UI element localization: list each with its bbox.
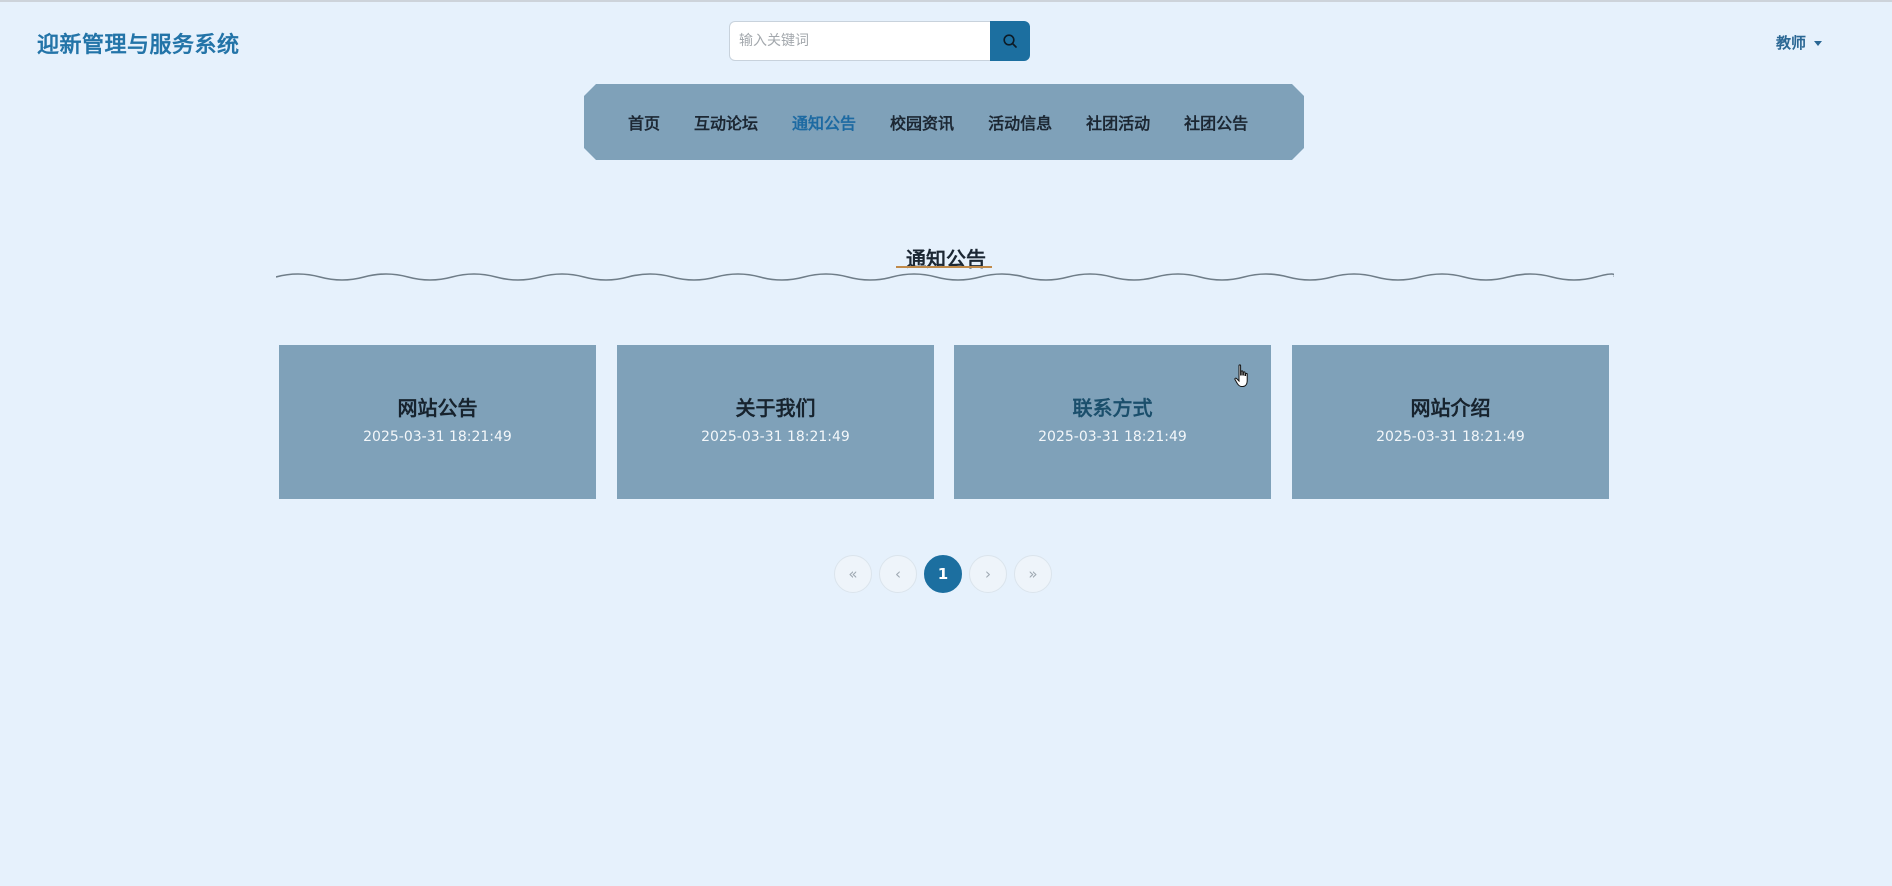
nav-item-home[interactable]: 首页 xyxy=(628,110,660,134)
search-input[interactable] xyxy=(729,21,991,61)
page-number-button[interactable]: 1 xyxy=(924,555,962,593)
notice-card[interactable]: 联系方式 2025-03-31 18:21:49 xyxy=(954,345,1271,499)
app-title[interactable]: 迎新管理与服务系统 xyxy=(37,27,240,59)
first-page-button[interactable]: « xyxy=(834,555,872,593)
notice-card[interactable]: 网站公告 2025-03-31 18:21:49 xyxy=(279,345,596,499)
search-button[interactable] xyxy=(990,21,1030,61)
pointer-cursor-icon xyxy=(1234,364,1248,387)
chevron-down-icon xyxy=(1814,41,1823,46)
next-page-button[interactable]: › xyxy=(969,555,1007,593)
nav-item-forum[interactable]: 互动论坛 xyxy=(694,110,758,134)
top-border xyxy=(0,0,1892,2)
card-title: 联系方式 xyxy=(1072,395,1153,420)
main-nav: 首页 互动论坛 通知公告 校园资讯 活动信息 社团活动 社团公告 xyxy=(584,84,1304,160)
notice-card[interactable]: 关于我们 2025-03-31 18:21:49 xyxy=(617,345,934,499)
card-date: 2025-03-31 18:21:49 xyxy=(363,428,512,445)
user-role-label: 教师 xyxy=(1776,34,1807,52)
user-menu[interactable]: 教师 xyxy=(1776,32,1823,53)
nav-item-notices[interactable]: 通知公告 xyxy=(792,110,856,134)
nav-item-events[interactable]: 活动信息 xyxy=(988,110,1052,134)
card-date: 2025-03-31 18:21:49 xyxy=(1038,428,1187,445)
search-icon xyxy=(1003,34,1017,48)
pagination: « ‹ 1 › » xyxy=(834,555,1052,593)
card-title: 网站公告 xyxy=(397,395,478,420)
card-title: 网站介绍 xyxy=(1410,395,1491,420)
nav-item-club-activities[interactable]: 社团活动 xyxy=(1086,110,1150,134)
card-title: 关于我们 xyxy=(735,395,816,420)
card-date: 2025-03-31 18:21:49 xyxy=(1376,428,1525,445)
nav-item-campus-news[interactable]: 校园资讯 xyxy=(890,110,954,134)
prev-page-button[interactable]: ‹ xyxy=(879,555,917,593)
notice-card[interactable]: 网站介绍 2025-03-31 18:21:49 xyxy=(1292,345,1609,499)
wave-divider xyxy=(276,273,1614,281)
search-bar xyxy=(729,21,1030,61)
nav-item-club-notices[interactable]: 社团公告 xyxy=(1184,110,1248,134)
last-page-button[interactable]: » xyxy=(1014,555,1052,593)
card-date: 2025-03-31 18:21:49 xyxy=(701,428,850,445)
title-underline xyxy=(896,266,992,268)
